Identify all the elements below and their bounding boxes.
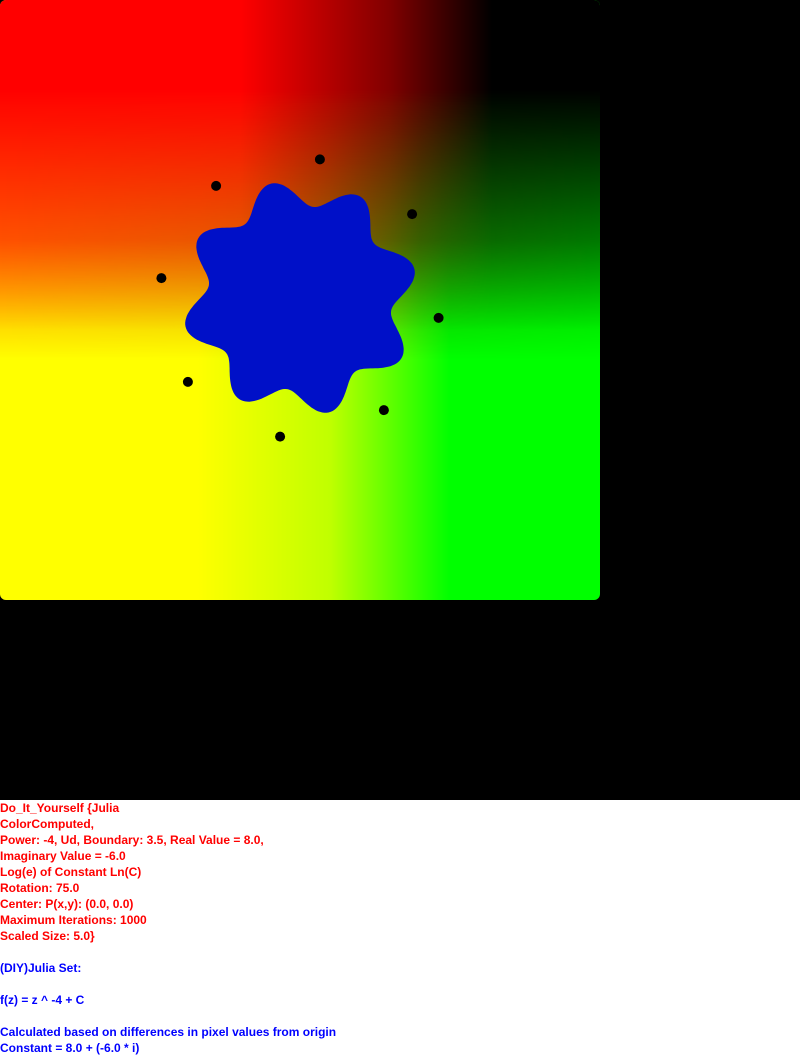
param-line: Log(e) of Constant Ln(C) [0,865,142,879]
param-line: Power: -4, Ud, Boundary: 3.5, Real Value… [0,833,264,847]
orbit-dot [156,273,167,284]
orbit-dot [433,312,444,323]
param-line: Imaginary Value = -6.0 [0,849,126,863]
info-panel: Do_It_Yourself {Julia ColorComputed, Pow… [0,800,800,1056]
orbit-dot [314,154,325,165]
param-line: Rotation: 75.0 [0,881,80,895]
formula-equation: f(z) = z ^ -4 + C [0,993,85,1007]
formula-constant: Constant = 8.0 + (-6.0 * i) [0,1041,140,1055]
orbit-dot [275,431,286,442]
param-line: Do_It_Yourself {Julia [0,801,120,815]
orbit-dot [407,209,418,220]
parameters-text: Do_It_Yourself {Julia ColorComputed, Pow… [0,800,800,944]
param-line: ColorComputed, [0,817,94,831]
fractal-canvas [0,0,800,800]
formula-note: Calculated based on differences in pixel… [0,1025,337,1039]
fractal-image [0,0,800,800]
orbit-dot [378,405,389,416]
orbit-dot [182,376,193,387]
param-line: Maximum Iterations: 1000 [0,913,147,927]
param-line: Center: P(x,y): (0.0, 0.0) [0,897,134,911]
param-line: Scaled Size: 5.0} [0,929,95,943]
formula-title: (DIY)Julia Set: [0,961,82,975]
orbit-dot [211,180,222,191]
